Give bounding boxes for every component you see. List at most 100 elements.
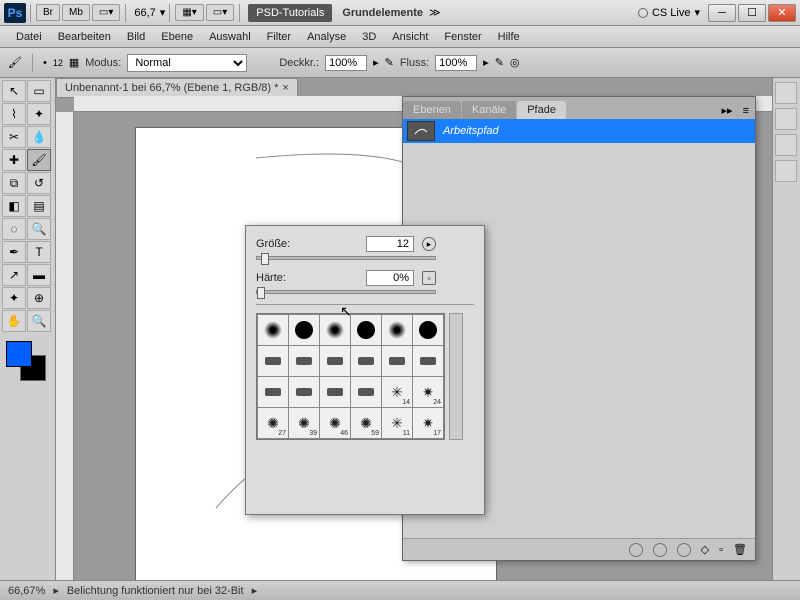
menu-3d[interactable]: 3D <box>354 29 384 45</box>
brush-preset[interactable] <box>320 377 350 407</box>
airbrush-icon[interactable]: ✎ <box>495 56 504 69</box>
workspace-more-icon[interactable]: ≫ <box>429 6 441 19</box>
3d-tool[interactable]: ✦ <box>2 287 26 309</box>
brush-preset[interactable] <box>382 346 412 376</box>
blur-tool[interactable]: ◌ <box>2 218 26 240</box>
tab-kanaele[interactable]: Kanäle <box>462 101 516 119</box>
color-swatches[interactable] <box>2 341 52 386</box>
brush-preset[interactable]: ✷17 <box>413 408 443 438</box>
fluss-input[interactable] <box>435 55 477 71</box>
shape-tool[interactable]: ▬ <box>27 264 51 286</box>
history-brush-tool[interactable]: ↺ <box>27 172 51 194</box>
3d-camera-tool[interactable]: ⊕ <box>27 287 51 309</box>
fill-path-icon[interactable] <box>629 543 643 557</box>
fluss-flyout-icon[interactable]: ▸ <box>483 56 489 69</box>
brush-preset-icon[interactable]: • <box>43 57 47 69</box>
presets-scrollbar[interactable] <box>449 313 463 440</box>
brush-tool[interactable]: 🖌 <box>27 149 51 171</box>
dock-adjustments-icon[interactable] <box>775 134 797 156</box>
brush-preset[interactable] <box>351 315 381 345</box>
magic-wand-tool[interactable]: ✦ <box>27 103 51 125</box>
gradient-tool[interactable]: ▤ <box>27 195 51 217</box>
brush-preset[interactable] <box>289 346 319 376</box>
brush-preset[interactable] <box>289 315 319 345</box>
brush-preset[interactable] <box>320 346 350 376</box>
brush-menu-icon[interactable]: ▸ <box>422 237 436 251</box>
tab-ebenen[interactable]: Ebenen <box>403 101 461 119</box>
close-tab-icon[interactable]: × <box>282 82 288 94</box>
menu-analyse[interactable]: Analyse <box>299 29 354 45</box>
pen-tool[interactable]: ✒ <box>2 241 26 263</box>
brush-preset[interactable]: ✺59 <box>351 408 381 438</box>
foreground-color[interactable] <box>6 341 32 367</box>
brush-hardness-slider[interactable] <box>256 290 436 294</box>
dock-swatches-icon[interactable] <box>775 108 797 130</box>
path-row-arbeitspfad[interactable]: Arbeitspfad <box>403 119 755 143</box>
dock-color-icon[interactable] <box>775 82 797 104</box>
minibridge-button[interactable]: Mb <box>62 4 90 21</box>
dodge-tool[interactable]: 🔍 <box>27 218 51 240</box>
brush-preset[interactable]: ✺27 <box>258 408 288 438</box>
brush-preset[interactable]: ✳11 <box>382 408 412 438</box>
brush-preset[interactable]: ✳14 <box>382 377 412 407</box>
status-zoom[interactable]: 66,67% <box>8 585 45 597</box>
menu-filter[interactable]: Filter <box>259 29 299 45</box>
menu-datei[interactable]: Datei <box>8 29 50 45</box>
brush-preset[interactable] <box>351 377 381 407</box>
pressure-size-icon[interactable]: ◎ <box>510 56 520 69</box>
brush-preset[interactable]: ✺46 <box>320 408 350 438</box>
arrange-button[interactable]: ▦▾ <box>175 4 203 21</box>
eyedropper-tool[interactable]: 💧 <box>27 126 51 148</box>
brush-preset[interactable]: ✺39 <box>289 408 319 438</box>
extras-button[interactable]: ▭▾ <box>206 4 234 21</box>
brush-size-input[interactable] <box>366 236 414 252</box>
document-tab[interactable]: Unbenannt-1 bei 66,7% (Ebene 1, RGB/8) *… <box>56 78 298 98</box>
stroke-path-icon[interactable] <box>653 543 667 557</box>
new-preset-icon[interactable]: ▫ <box>422 271 436 285</box>
minimize-button[interactable]: ─ <box>708 4 736 22</box>
path-to-selection-icon[interactable] <box>677 543 691 557</box>
brush-preset[interactable] <box>258 346 288 376</box>
hand-tool[interactable]: ✋ <box>2 310 26 332</box>
new-path-icon[interactable]: ▫ <box>719 544 723 556</box>
menu-ansicht[interactable]: Ansicht <box>384 29 436 45</box>
healing-tool[interactable]: ✚ <box>2 149 26 171</box>
maximize-button[interactable]: ☐ <box>738 4 766 22</box>
brush-preset[interactable] <box>320 315 350 345</box>
cslive-button[interactable]: CS Live▾ <box>638 6 700 19</box>
deck-input[interactable] <box>325 55 367 71</box>
screen-mode-button[interactable]: ▭▾ <box>92 4 120 21</box>
brush-preset[interactable]: ✷24 <box>413 377 443 407</box>
zoom-tool[interactable]: 🔍 <box>27 310 51 332</box>
marquee-tool[interactable]: ▭ <box>27 80 51 102</box>
lasso-tool[interactable]: ⌇ <box>2 103 26 125</box>
type-tool[interactable]: T <box>27 241 51 263</box>
brush-size-slider[interactable] <box>256 256 436 260</box>
brush-hardness-input[interactable] <box>366 270 414 286</box>
dock-layers-icon[interactable] <box>775 160 797 182</box>
workspace-psdtutorials[interactable]: PSD-Tutorials <box>248 4 332 22</box>
brush-preset[interactable] <box>382 315 412 345</box>
menu-hilfe[interactable]: Hilfe <box>490 29 528 45</box>
brush-preset[interactable] <box>413 346 443 376</box>
pressure-opacity-icon[interactable]: ✎ <box>385 56 394 69</box>
brush-panel-toggle-icon[interactable]: ▦ <box>69 56 79 69</box>
make-workpath-icon[interactable]: ◇ <box>701 543 709 556</box>
brush-preset[interactable] <box>413 315 443 345</box>
brush-preset[interactable] <box>289 377 319 407</box>
delete-path-icon[interactable]: 🗑 <box>733 543 747 556</box>
menu-bearbeiten[interactable]: Bearbeiten <box>50 29 119 45</box>
panel-collapse-icon[interactable]: ▸▸ <box>718 102 737 119</box>
eraser-tool[interactable]: ◧ <box>2 195 26 217</box>
brush-preset[interactable] <box>258 377 288 407</box>
crop-tool[interactable]: ✂ <box>2 126 26 148</box>
menu-bild[interactable]: Bild <box>119 29 153 45</box>
modus-select[interactable]: Normal <box>127 54 247 72</box>
menu-ebene[interactable]: Ebene <box>153 29 201 45</box>
close-button[interactable]: ✕ <box>768 4 796 22</box>
brush-preset[interactable] <box>258 315 288 345</box>
menu-auswahl[interactable]: Auswahl <box>201 29 259 45</box>
bridge-button[interactable]: Br <box>36 4 60 21</box>
menu-fenster[interactable]: Fenster <box>436 29 489 45</box>
workspace-grundelemente[interactable]: Grundelemente <box>342 7 423 19</box>
